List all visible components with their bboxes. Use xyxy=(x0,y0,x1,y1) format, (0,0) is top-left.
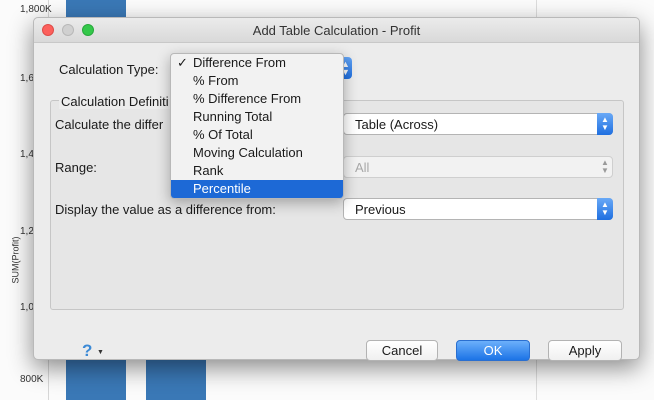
bar[interactable] xyxy=(66,0,126,18)
stepper-control: ▲ ▼ xyxy=(597,156,613,178)
menu-item-label: Percentile xyxy=(193,181,251,196)
stepper-control: ▲ ▼ xyxy=(597,113,613,135)
y-axis-title: SUM(Profit) xyxy=(10,236,21,284)
menu-item-running-total[interactable]: Running Total xyxy=(171,108,343,126)
difference-from-select[interactable]: Previous ▲ ▼ xyxy=(343,198,613,220)
dialog-titlebar: Add Table Calculation - Profit xyxy=(34,18,639,43)
bar[interactable] xyxy=(146,358,206,400)
menu-item-label: % From xyxy=(193,73,239,88)
bar[interactable] xyxy=(66,358,126,400)
range-value: All xyxy=(355,160,370,175)
menu-item-label: Running Total xyxy=(193,109,273,124)
group-title: Calculation Definiti xyxy=(59,94,171,109)
menu-item-percentile[interactable]: Percentile xyxy=(171,180,343,198)
calculate-along-value: Table (Across) xyxy=(355,117,439,132)
cancel-button[interactable]: Cancel xyxy=(366,340,438,361)
help-icon[interactable]: ? xyxy=(82,341,92,361)
chevron-up-down-icon: ▲ ▼ xyxy=(601,200,609,217)
apply-button[interactable]: Apply xyxy=(548,340,622,361)
calculation-type-menu: ✓ Difference From % From % Difference Fr… xyxy=(170,53,344,199)
stepper-control: ▲ ▼ xyxy=(597,198,613,220)
caret-down-icon[interactable]: ▼ xyxy=(97,349,104,356)
y-tick-label: 800K xyxy=(20,374,44,385)
menu-item-moving-calculation[interactable]: Moving Calculation xyxy=(171,144,343,162)
menu-item-label: % Of Total xyxy=(193,127,253,142)
menu-item-percent-from[interactable]: % From xyxy=(171,72,343,90)
menu-item-percent-difference-from[interactable]: % Difference From xyxy=(171,90,343,108)
chevron-up-down-icon: ▲ ▼ xyxy=(601,158,609,175)
difference-from-value: Previous xyxy=(355,202,406,217)
menu-item-label: Rank xyxy=(193,163,224,178)
calculation-type-label: Calculation Type: xyxy=(59,62,159,77)
chevron-up-down-icon: ▲ ▼ xyxy=(601,115,609,132)
menu-item-rank[interactable]: Rank xyxy=(171,162,343,180)
calculate-along-select[interactable]: Table (Across) ▲ ▼ xyxy=(343,113,613,135)
range-select: All ▲ ▼ xyxy=(343,156,613,178)
checkmark-icon: ✓ xyxy=(177,55,188,70)
range-label: Range: xyxy=(55,160,97,175)
menu-item-difference-from[interactable]: ✓ Difference From xyxy=(171,54,343,72)
menu-item-percent-of-total[interactable]: % Of Total xyxy=(171,126,343,144)
y-tick-label: 1,800K xyxy=(20,4,52,15)
menu-item-label: % Difference From xyxy=(193,91,302,106)
menu-item-label: Moving Calculation xyxy=(193,145,303,160)
calculate-along-label: Calculate the differ xyxy=(55,117,164,132)
dialog-title: Add Table Calculation - Profit xyxy=(252,23,421,38)
menu-item-label: Difference From xyxy=(193,55,286,70)
display-difference-label: Display the value as a difference from: xyxy=(55,202,276,217)
ok-button[interactable]: OK xyxy=(456,340,530,361)
